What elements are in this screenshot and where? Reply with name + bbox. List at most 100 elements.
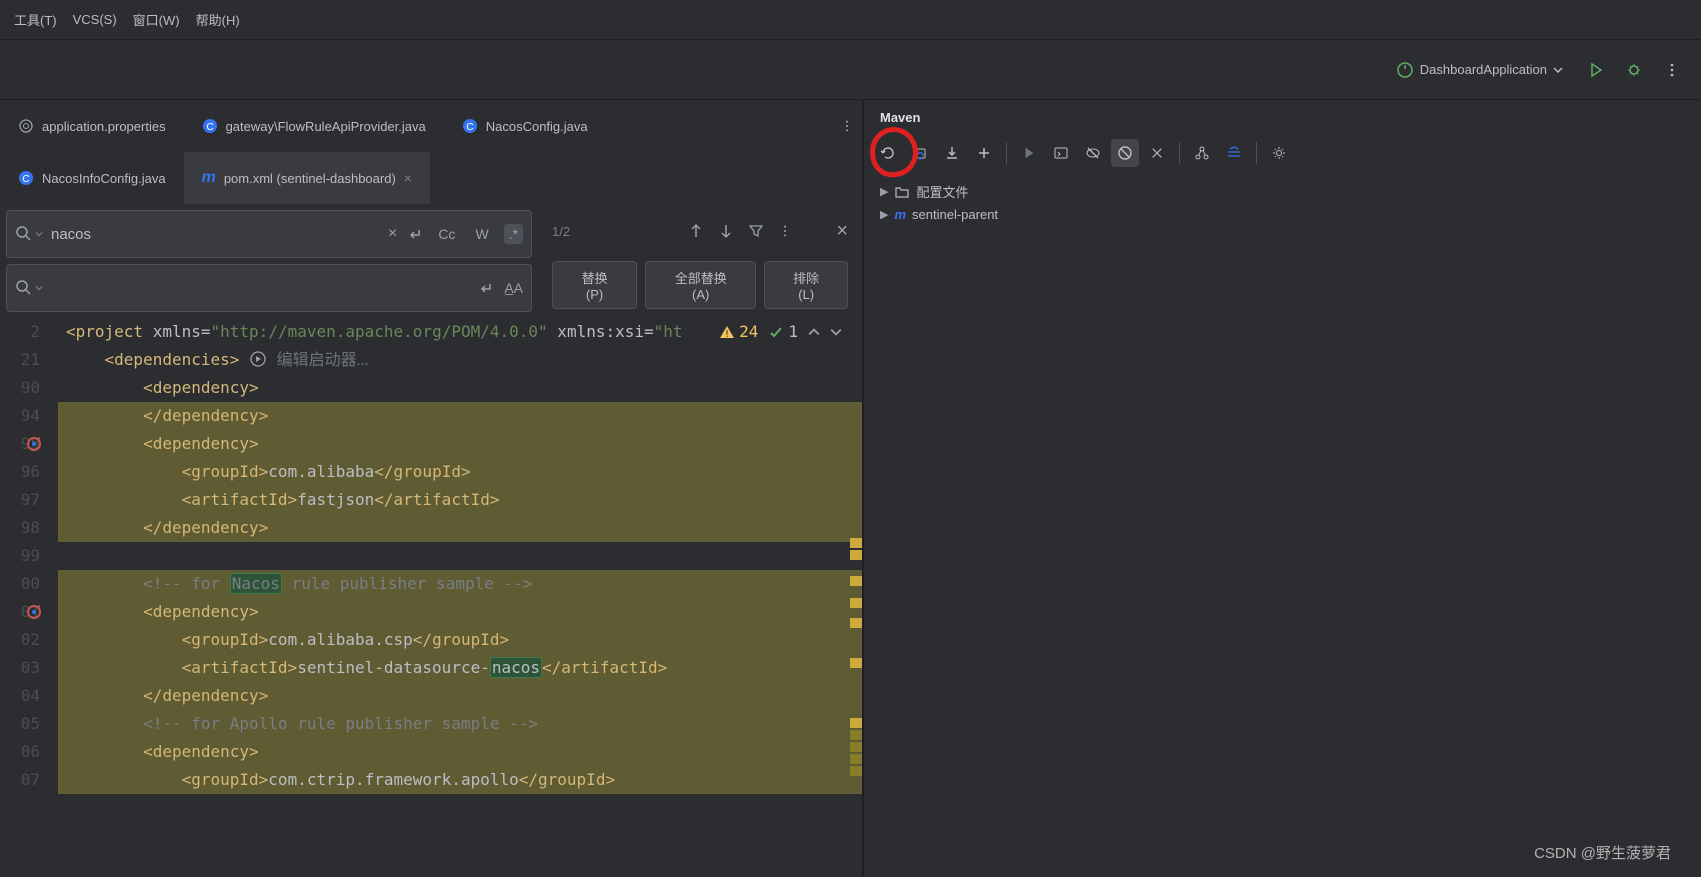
chevron-down-icon[interactable]: [35, 230, 43, 238]
find-input[interactable]: [43, 226, 388, 243]
find-bar: × Cc W .*: [6, 210, 532, 258]
svg-text:C: C: [466, 122, 473, 133]
maven-collapse-button[interactable]: [1143, 139, 1171, 167]
maven-project-node[interactable]: ▶ m sentinel-parent: [876, 204, 1689, 225]
maven-module-icon: m: [894, 207, 906, 222]
chevron-down-icon[interactable]: [830, 326, 842, 338]
gutter-marker-icon[interactable]: [26, 604, 42, 620]
gutter-marker-icon[interactable]: [26, 436, 42, 452]
new-line-icon[interactable]: [407, 226, 423, 242]
maven-dependencies-button[interactable]: [1188, 139, 1216, 167]
maven-download-button[interactable]: [938, 139, 966, 167]
maven-file-icon: m: [202, 169, 216, 187]
next-match-button[interactable]: [718, 223, 734, 239]
match-case-button[interactable]: Cc: [433, 224, 460, 244]
code-content[interactable]: <project xmlns="http://maven.apache.org/…: [58, 318, 862, 877]
tab-application-properties[interactable]: application.properties: [0, 100, 184, 152]
ok-icon: [768, 324, 784, 340]
maven-skip-tests-button[interactable]: [1111, 139, 1139, 167]
more-search-button[interactable]: [778, 224, 792, 238]
maven-tree: ▶ 配置文件 ▶ m sentinel-parent: [864, 171, 1701, 233]
run-config-icon: [1396, 61, 1414, 79]
maven-run-button[interactable]: [1015, 139, 1043, 167]
download-icon: [944, 145, 960, 161]
line-number: 98: [0, 514, 40, 542]
prev-match-button[interactable]: [688, 223, 704, 239]
gutter: 2 21 90 94 95 96 97 98 99 00 01 02 03 04…: [0, 318, 58, 877]
line-number: 01: [0, 598, 40, 626]
more-actions-button[interactable]: [1657, 55, 1687, 85]
tab-pom-xml[interactable]: m pom.xml (sentinel-dashboard) ×: [184, 152, 430, 204]
warning-icon: !: [719, 324, 735, 340]
maven-offline-button[interactable]: [1079, 139, 1107, 167]
line-number: 06: [0, 738, 40, 766]
editor-tabs-row1: application.properties C gateway\FlowRul…: [0, 100, 862, 152]
maven-generate-button[interactable]: [906, 139, 934, 167]
replace-input[interactable]: [43, 280, 478, 297]
skip-icon: [1117, 145, 1133, 161]
tab-more-button[interactable]: [832, 111, 862, 141]
line-number: 94: [0, 402, 40, 430]
ok-count: 1: [788, 322, 798, 341]
close-tab-button[interactable]: ×: [404, 170, 412, 186]
preserve-case-button[interactable]: A̲A: [504, 280, 523, 296]
filter-button[interactable]: [748, 223, 764, 239]
maven-reload-button[interactable]: [874, 139, 902, 167]
maven-profiles-node[interactable]: ▶ 配置文件: [876, 179, 1689, 204]
graph-icon: [1194, 145, 1210, 161]
tab-nacosconfig[interactable]: C NacosConfig.java: [444, 100, 606, 152]
line-number: 04: [0, 682, 40, 710]
close-search-button[interactable]: ×: [836, 220, 848, 243]
kebab-icon: [840, 119, 854, 133]
maven-execute-button[interactable]: [1047, 139, 1075, 167]
tab-label: pom.xml (sentinel-dashboard): [224, 171, 396, 186]
replace-button[interactable]: 替换(P): [552, 261, 637, 309]
exclude-button[interactable]: 排除(L): [764, 261, 848, 309]
inspections-widget[interactable]: !24 1: [719, 322, 842, 341]
debug-button[interactable]: [1619, 55, 1649, 85]
menu-help[interactable]: 帮助(H): [190, 6, 246, 33]
line-number: 02: [0, 626, 40, 654]
terminal-icon: [1053, 145, 1069, 161]
layers-icon: [1226, 145, 1242, 161]
inline-hint[interactable]: 编辑启动器...: [277, 352, 369, 369]
warning-count: 24: [739, 322, 758, 341]
java-class-icon: C: [462, 118, 478, 134]
clear-search-button[interactable]: ×: [388, 225, 397, 243]
maven-show-button[interactable]: [1220, 139, 1248, 167]
code-editor[interactable]: !24 1 2 21 90 94 95 96 97 98 99 00 01 02…: [0, 318, 862, 877]
svg-text:C: C: [22, 174, 29, 185]
regex-button[interactable]: .*: [504, 224, 523, 244]
tree-label: 配置文件: [916, 182, 968, 201]
error-stripe[interactable]: [848, 318, 862, 877]
java-class-icon: C: [202, 118, 218, 134]
chevron-right-icon: ▶: [880, 208, 888, 221]
words-button[interactable]: W: [470, 224, 493, 244]
new-line-icon[interactable]: [478, 280, 494, 296]
chevron-up-icon[interactable]: [808, 326, 820, 338]
maven-tool-window: Maven ▶ 配置文件 ▶: [862, 100, 1701, 877]
watermark: CSDN @野生菠萝君: [1534, 842, 1671, 863]
chevron-right-icon: ▶: [880, 185, 888, 198]
menu-window[interactable]: 窗口(W): [127, 6, 186, 33]
search-count: 1/2: [552, 224, 570, 239]
menu-vcs[interactable]: VCS(S): [67, 8, 123, 31]
maven-add-button[interactable]: [970, 139, 998, 167]
tab-nacosinfoconfig[interactable]: C NacosInfoConfig.java: [0, 152, 184, 204]
run-configuration-selector[interactable]: DashboardApplication: [1386, 57, 1573, 83]
maven-settings-button[interactable]: [1265, 139, 1293, 167]
run-button[interactable]: [1581, 55, 1611, 85]
tab-flowruleapiprovider[interactable]: C gateway\FlowRuleApiProvider.java: [184, 100, 444, 152]
line-number: 03: [0, 654, 40, 682]
chevron-down-icon[interactable]: [35, 284, 43, 292]
run-hint-icon[interactable]: [249, 350, 267, 368]
menu-tools[interactable]: 工具(T): [8, 6, 63, 33]
editor-tabs-row2: C NacosInfoConfig.java m pom.xml (sentin…: [0, 152, 862, 204]
gear-icon: [1271, 145, 1287, 161]
line-number: 97: [0, 486, 40, 514]
offline-icon: [1085, 145, 1101, 161]
replace-all-button[interactable]: 全部替换(A): [645, 261, 756, 309]
run-config-label: DashboardApplication: [1420, 62, 1547, 77]
main-toolbar: DashboardApplication: [0, 40, 1701, 100]
line-number: 2: [0, 318, 40, 346]
